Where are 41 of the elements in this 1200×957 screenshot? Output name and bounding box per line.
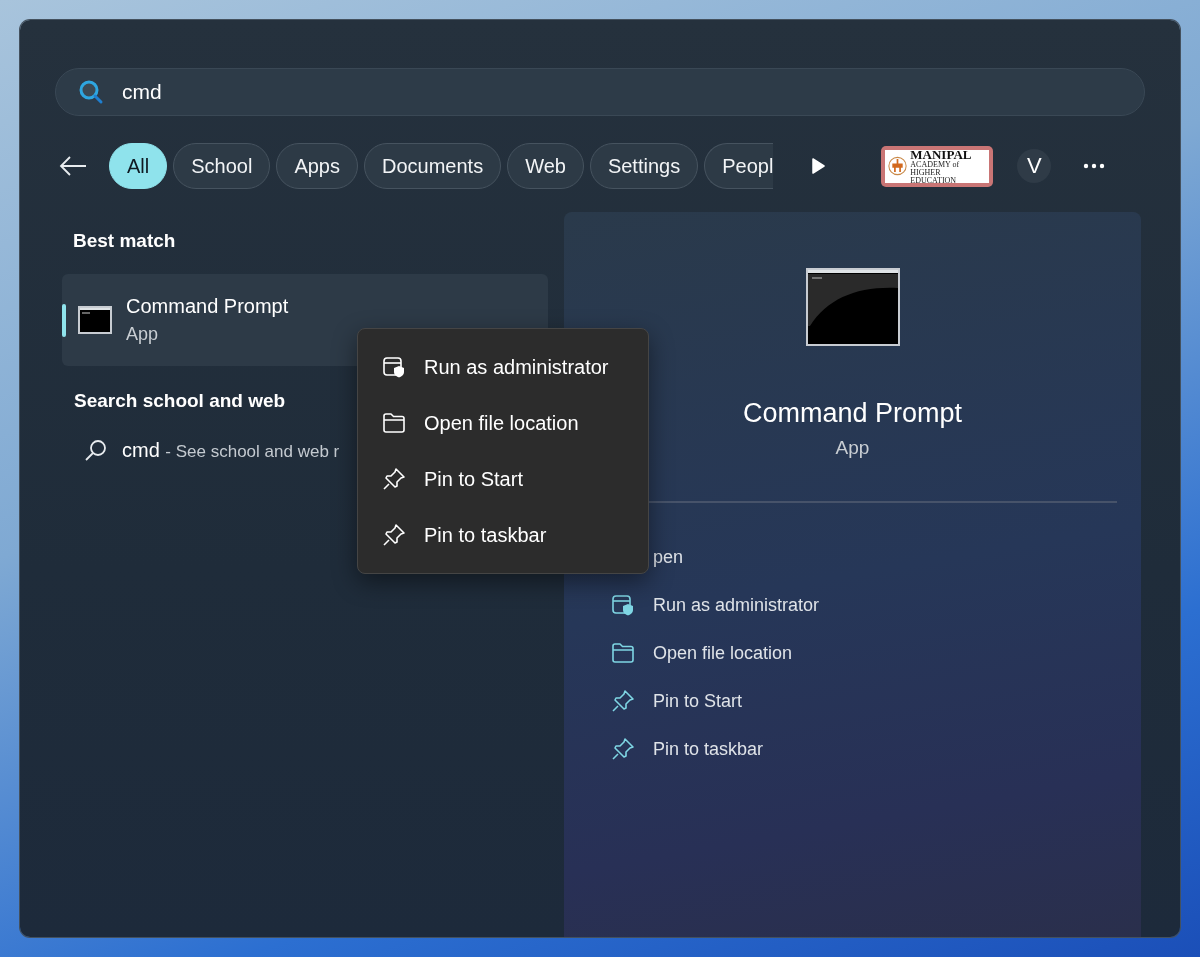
- preview-subtitle: App: [835, 437, 870, 459]
- result-subtitle: App: [126, 324, 160, 345]
- menu-item[interactable]: Open file location: [358, 395, 648, 451]
- terminal-icon: [78, 306, 112, 334]
- filter-tab[interactable]: Settings: [589, 143, 699, 189]
- logo-name: MANIPAL: [910, 147, 973, 161]
- menu-item[interactable]: Pin to taskbar: [358, 507, 648, 563]
- filter-tab[interactable]: School: [173, 143, 271, 189]
- selection-indicator: [62, 304, 66, 337]
- filter-tab[interactable]: All: [109, 143, 168, 189]
- filter-tab[interactable]: Web: [507, 143, 584, 189]
- terminal-icon: [805, 268, 900, 346]
- folder-icon: [610, 642, 635, 664]
- action-item[interactable]: Run as administrator: [610, 581, 1141, 629]
- shield-window-icon: [610, 593, 635, 617]
- organization-logo[interactable]: MANIPAL ACADEMY of HIGHER EDUCATION: [881, 145, 994, 187]
- action-item[interactable]: Open file location: [610, 629, 1141, 677]
- logo-subtitle: ACADEMY of HIGHER EDUCATION: [910, 160, 961, 185]
- filter-tab[interactable]: Documents: [364, 143, 502, 189]
- pin-icon: [610, 737, 635, 761]
- section-heading: Best match: [73, 230, 177, 252]
- preview-title: Command Prompt: [742, 398, 963, 429]
- web-search-suggestion[interactable]: cmd - See school and web r: [122, 438, 340, 462]
- search-query: cmd: [122, 80, 162, 104]
- action-item[interactable]: Pin to Start: [610, 677, 1141, 725]
- filter-tab[interactable]: Apps: [276, 143, 358, 189]
- pin-icon: [610, 689, 635, 713]
- pin-icon: [382, 467, 406, 491]
- search-field[interactable]: cmd: [55, 68, 1145, 116]
- search-icon: [78, 79, 104, 105]
- result-title: Command Prompt: [126, 295, 289, 318]
- pin-icon: [382, 523, 406, 547]
- menu-item[interactable]: Pin to Start: [358, 451, 648, 507]
- account-avatar[interactable]: V: [1017, 149, 1052, 183]
- shield-window-icon: [382, 355, 406, 379]
- emblem-icon: [888, 154, 908, 178]
- section-heading: Search school and web: [74, 390, 287, 412]
- search-icon: [84, 438, 108, 462]
- folder-icon: [382, 412, 406, 434]
- filter-tab[interactable]: Peopl: [704, 143, 774, 189]
- action-item[interactable]: Pin to taskbar: [610, 725, 1141, 773]
